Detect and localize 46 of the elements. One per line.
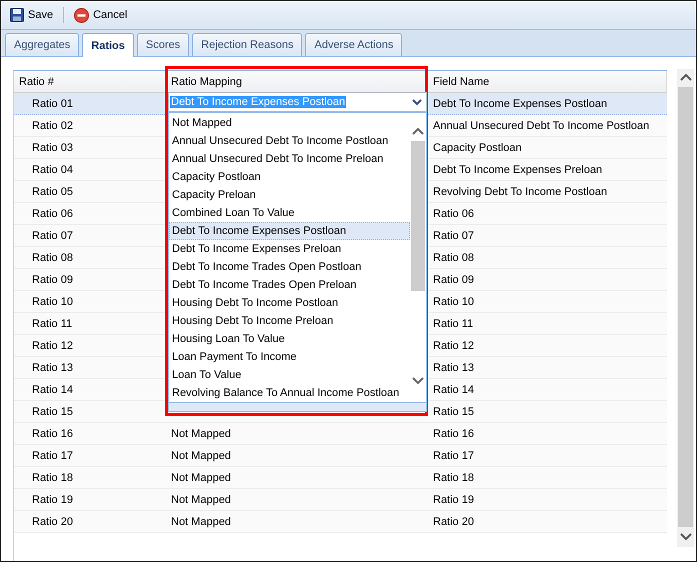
table-cell: Revolving Debt To Income Postloan [433, 186, 608, 198]
table-cell: Ratio 19 [433, 494, 474, 506]
table-cell: Not Mapped [171, 428, 231, 440]
table-cell: Not Mapped [171, 494, 231, 506]
table-cell: Ratio 13 [433, 362, 474, 374]
table-cell: Ratio 04 [32, 164, 73, 176]
selected-value: Debt To Income Expenses Postloan [170, 96, 346, 108]
table-cell: Ratio 20 [433, 516, 474, 528]
table-cell: Not Mapped [171, 472, 231, 484]
table-cell: Capacity Postloan [433, 142, 522, 154]
table-cell: Ratio 11 [32, 318, 72, 330]
table-cell: Ratio 13 [32, 362, 73, 374]
table-cell: Ratio 07 [433, 230, 474, 242]
table-cell: Ratio 06 [433, 208, 474, 220]
table-cell: Ratio 08 [32, 252, 73, 264]
table-cell: Ratio 11 [433, 318, 474, 330]
table-cell: Annual Unsecured Debt To Income Postloan [433, 120, 650, 132]
table-cell: Ratio 16 [32, 428, 73, 440]
table-cell: Ratio 09 [433, 274, 474, 286]
table-cell: Ratio 17 [433, 450, 474, 462]
table-cell: Not Mapped [171, 450, 231, 462]
table-cell: Ratio 18 [32, 472, 73, 484]
table-cell: Ratio 10 [433, 296, 474, 308]
table-cell: Ratio 05 [32, 186, 73, 198]
table-cell: Ratio 19 [32, 494, 73, 506]
table-cell: Ratio 14 [433, 384, 474, 396]
table-cell: Ratio 09 [32, 274, 73, 286]
table-cell: Ratio 12 [433, 340, 474, 352]
table-cell: Ratio 14 [32, 384, 73, 396]
table-cell: Ratio 20 [32, 516, 73, 528]
table-cell: Ratio 15 [433, 406, 474, 418]
table-cell: Ratio 06 [32, 208, 73, 220]
table-cell: Debt To Income Expenses Postloan [433, 98, 608, 110]
table-cell: Ratio 02 [32, 120, 73, 132]
table-cell: Ratio 07 [32, 230, 73, 242]
table-cell: Ratio 18 [433, 472, 474, 484]
table-cell: Ratio 10 [32, 296, 73, 308]
table-cell: Ratio 08 [433, 252, 474, 264]
table-cell: Ratio 03 [32, 142, 73, 154]
table-cell: Ratio 17 [32, 450, 73, 462]
table-cell: Not Mapped [171, 516, 231, 528]
table-cell: Debt To Income Expenses Preloan [433, 164, 602, 176]
table-cell: Ratio 16 [433, 428, 474, 440]
table-cell: Ratio 01 [32, 98, 73, 110]
table-cell: Ratio 15 [32, 406, 73, 418]
table-cell: Ratio 12 [32, 340, 73, 352]
